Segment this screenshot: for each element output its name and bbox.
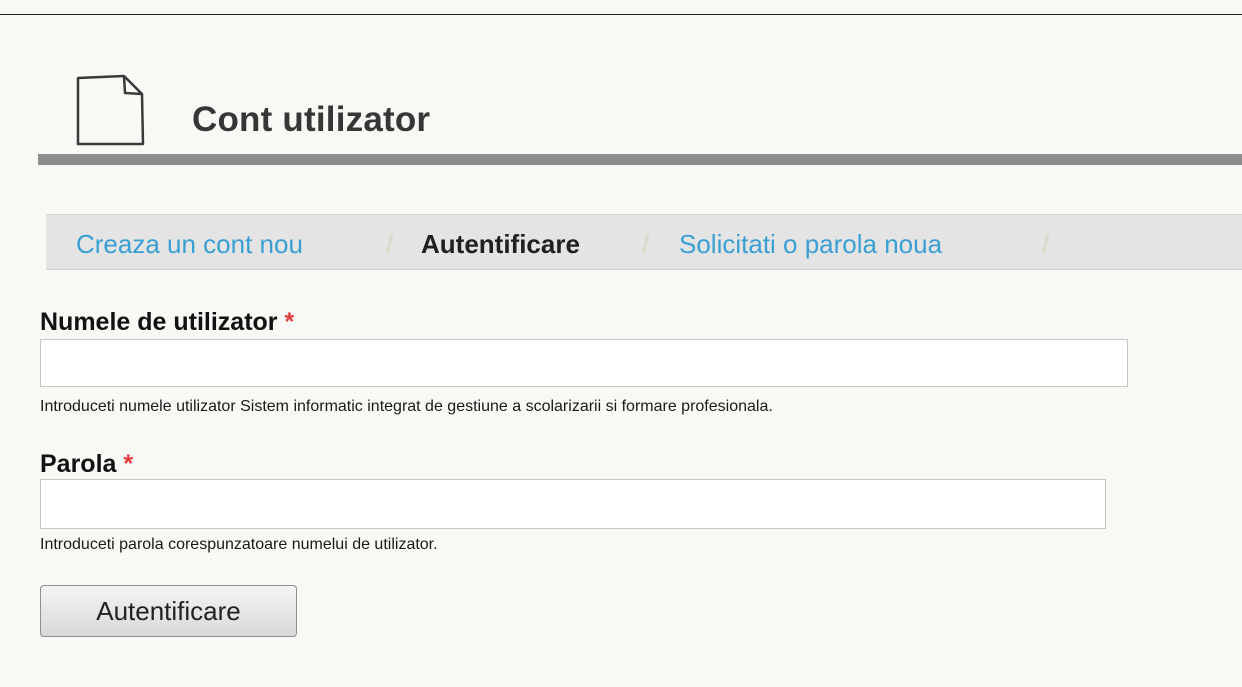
required-marker: * <box>284 308 295 336</box>
tab-separator: / <box>386 229 394 259</box>
page-title: Cont utilizator <box>192 100 431 139</box>
tab-request-new-password[interactable]: Solicitati o parola noua <box>679 231 942 257</box>
username-label-text: Numele de utilizator <box>40 308 278 336</box>
tab-separator: / <box>1042 229 1050 259</box>
required-marker: * <box>123 450 134 478</box>
password-label-text: Parola <box>40 450 117 478</box>
password-label: Parola * <box>40 452 133 477</box>
username-label: Numele de utilizator * <box>40 310 294 335</box>
document-page-icon <box>72 70 152 150</box>
title-underline <box>38 154 1242 165</box>
authenticate-button[interactable]: Autentificare <box>40 585 297 637</box>
tab-create-account[interactable]: Creaza un cont nou <box>76 231 303 257</box>
password-input[interactable] <box>40 479 1106 529</box>
tab-authentication[interactable]: Autentificare <box>421 231 580 257</box>
top-border-line <box>0 14 1242 15</box>
username-help-text: Introduceti numele utilizator Sistem inf… <box>40 398 773 415</box>
tab-separator: / <box>642 229 650 259</box>
username-input[interactable] <box>40 339 1128 387</box>
password-help-text: Introduceti parola corespunzatoare numel… <box>40 536 438 553</box>
tabs-bar: Creaza un cont nou / Autentificare / Sol… <box>46 214 1242 270</box>
